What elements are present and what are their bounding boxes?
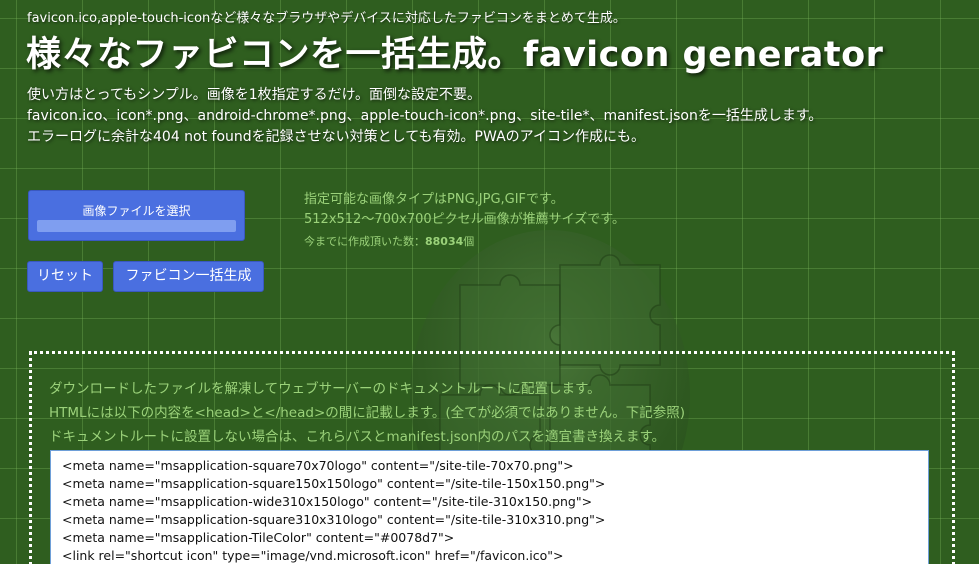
- code-line: <meta name="msapplication-square70x70log…: [62, 458, 574, 473]
- reset-button[interactable]: リセット: [27, 261, 103, 292]
- intro-line: favicon.ico、icon*.png、android-chrome*.pn…: [27, 108, 823, 124]
- generate-favicon-button[interactable]: ファビコン一括生成: [113, 261, 264, 292]
- image-requirements: 指定可能な画像タイプはPNG,JPG,GIFです。 512x512〜700x70…: [304, 190, 625, 252]
- tagline: favicon.ico,apple-touch-iconなど様々なブラウザやデバ…: [27, 11, 626, 26]
- count-unit: 個: [463, 235, 475, 248]
- instruction-line: ドキュメントルートに設置しない場合は、これらパスとmanifest.json内の…: [49, 429, 666, 445]
- file-name-field: [37, 220, 236, 232]
- code-line: <link rel="shortcut icon" type="image/vn…: [62, 548, 564, 563]
- code-line: <meta name="msapplication-square150x150l…: [62, 476, 606, 491]
- intro-text: 使い方はとってもシンプル。画像を1枚指定するだけ。面倒な設定不要。 favico…: [27, 85, 822, 148]
- instruction-line: ダウンロードしたファイルを解凍してウェブサーバーのドキュメントルートに配置します…: [49, 381, 601, 397]
- page-title: 様々なファビコンを一括生成。favicon generator: [26, 35, 884, 75]
- code-line: <meta name="msapplication-wide310x150log…: [62, 494, 593, 509]
- html-code-textarea[interactable]: <meta name="msapplication-square70x70log…: [50, 450, 929, 564]
- file-select-button[interactable]: 画像ファイルを選択: [28, 190, 245, 241]
- code-line: <meta name="msapplication-TileColor" con…: [62, 530, 455, 545]
- code-line: <meta name="msapplication-square310x310l…: [62, 512, 606, 527]
- instructions-text: ダウンロードしたファイルを解凍してウェブサーバーのドキュメントルートに配置します…: [49, 377, 685, 449]
- count-value: 88034: [425, 235, 464, 248]
- generation-count: 今までに作成頂いた数：88034個: [304, 232, 625, 252]
- file-select-label: 画像ファイルを選択: [82, 204, 191, 218]
- image-type-note: 指定可能な画像タイプはPNG,JPG,GIFです。: [304, 192, 564, 207]
- instruction-line: HTMLには以下の内容を<head>と</head>の間に記載します。(全てが必…: [49, 405, 686, 421]
- count-label: 今までに作成頂いた数：: [304, 235, 425, 248]
- intro-line: 使い方はとってもシンプル。画像を1枚指定するだけ。面倒な設定不要。: [27, 87, 481, 103]
- intro-line: エラーログに余計な404 not foundを記録させない対策としても有効。PW…: [27, 129, 645, 145]
- image-size-note: 512x512〜700x700ピクセル画像が推薦サイズです。: [304, 212, 625, 227]
